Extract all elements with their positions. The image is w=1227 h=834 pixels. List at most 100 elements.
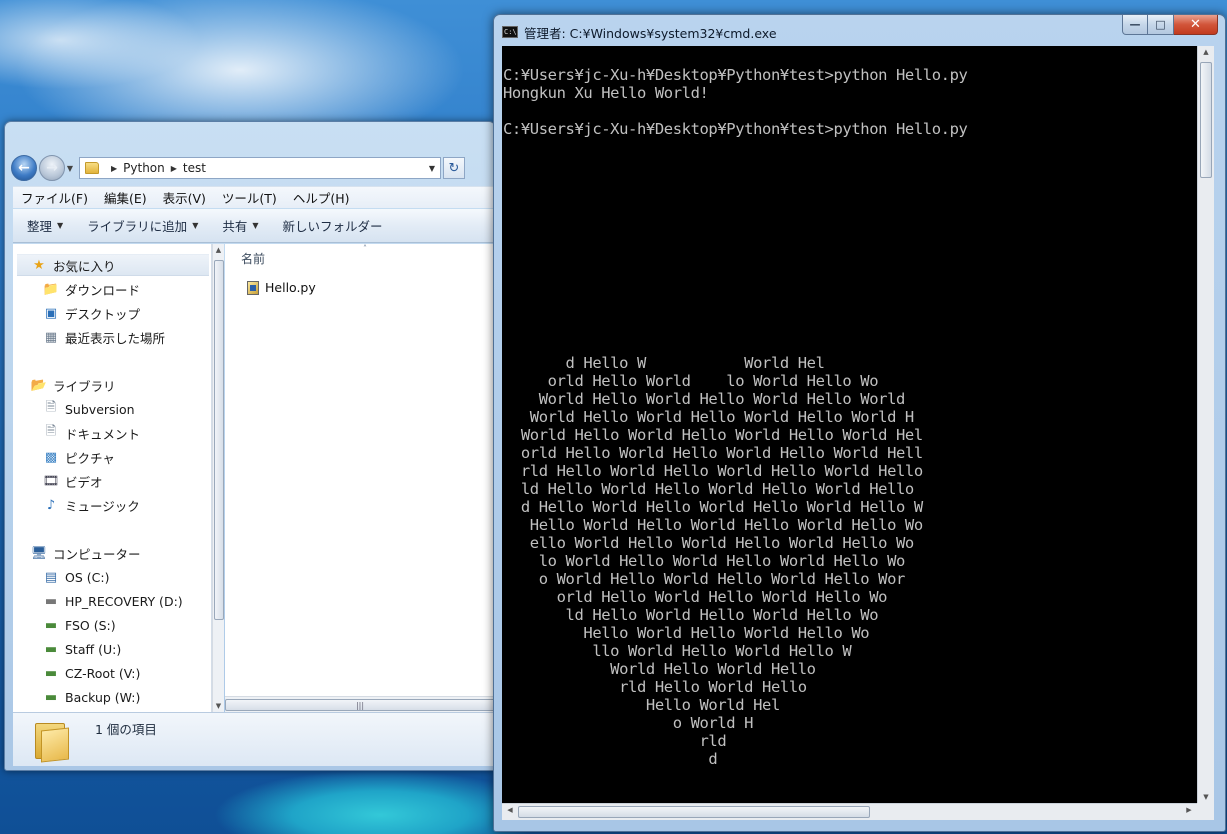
large-folder-icon xyxy=(35,717,69,763)
nav-label: 最近表示した場所 xyxy=(65,330,166,346)
console-icon: C:\ xyxy=(502,26,518,38)
scrollbar-thumb[interactable] xyxy=(518,806,870,818)
python-file-icon xyxy=(247,280,259,295)
console-text: C:¥Users¥jc-Xu-h¥Desktop¥Python¥test>pyt… xyxy=(503,66,968,768)
explorer-window[interactable]: ← → ▼ ▶ Python ▶ test ▼ ↻ ファイル(F) 編集(E) … xyxy=(4,121,496,771)
nav-documents[interactable]: 🗎 ドキュメント xyxy=(43,422,140,444)
menu-view[interactable]: 表示(V) xyxy=(155,188,214,207)
column-header-name[interactable]: 名前 xyxy=(241,250,265,267)
organize-button[interactable]: 整理 ▼ xyxy=(13,216,73,235)
scroll-up-icon[interactable]: ▲ xyxy=(213,246,224,254)
navigation-scrollbar[interactable]: ▲ ▼ xyxy=(212,244,224,712)
console-horizontal-scrollbar[interactable]: ◀ ▶ xyxy=(502,803,1197,820)
nav-label: CZ-Root (V:) xyxy=(65,665,141,681)
hard-drive-icon: ▬ xyxy=(44,593,58,609)
arrow-right-icon: → xyxy=(46,160,58,176)
nav-label: Backup (W:) xyxy=(65,689,141,705)
nav-label: お気に入り xyxy=(53,258,116,274)
console-vertical-scrollbar[interactable]: ▲ ▼ xyxy=(1197,46,1214,803)
nav-recent-places[interactable]: ▦ 最近表示した場所 xyxy=(43,326,165,348)
menu-help[interactable]: ヘルプ(H) xyxy=(285,188,358,207)
new-folder-label: 新しいフォルダー xyxy=(282,219,383,234)
nav-desktop[interactable]: ▣ デスクトップ xyxy=(43,302,140,324)
nav-drive-w[interactable]: ▬ Backup (W:) xyxy=(43,686,141,708)
scroll-down-icon[interactable]: ▼ xyxy=(213,702,224,710)
nav-pictures[interactable]: ▩ ピクチャ xyxy=(43,446,115,468)
chevron-right-icon[interactable]: ▶ xyxy=(111,164,117,173)
maximize-button[interactable]: □ xyxy=(1148,15,1174,35)
breadcrumb-test[interactable]: test xyxy=(183,161,206,175)
network-drive-icon: ▬ xyxy=(44,665,58,681)
new-folder-button[interactable]: 新しいフォルダー xyxy=(269,216,393,235)
nav-drive-s[interactable]: ▬ FSO (S:) xyxy=(43,614,116,636)
star-icon: ★ xyxy=(33,257,45,273)
sort-ascending-icon: ˄ xyxy=(363,244,367,253)
os-drive-icon: ▤ xyxy=(44,569,58,585)
file-list-horizontal-scrollbar[interactable]: ||| xyxy=(225,696,496,712)
console-output-area[interactable]: C:¥Users¥jc-Xu-h¥Desktop¥Python¥test>pyt… xyxy=(502,46,1197,803)
file-list-pane: ˄ 名前 Hello.py xyxy=(225,244,496,696)
scroll-up-icon[interactable]: ▲ xyxy=(1198,48,1214,56)
details-pane: 1 個の項目 xyxy=(13,712,495,766)
refresh-icon: ↻ xyxy=(448,160,460,176)
share-button[interactable]: 共有 ▼ xyxy=(208,216,268,235)
folder-icon xyxy=(85,162,99,174)
scroll-down-icon[interactable]: ▼ xyxy=(1198,793,1214,801)
network-drive-icon: ▬ xyxy=(44,689,58,705)
close-button[interactable]: ✕ xyxy=(1174,15,1218,35)
nav-music[interactable]: ♪ ミュージック xyxy=(43,494,140,516)
window-title: 管理者: C:¥Windows¥system32¥cmd.exe xyxy=(524,25,777,41)
scrollbar-thumb[interactable] xyxy=(214,260,224,620)
nav-favorites[interactable]: ★ お気に入り xyxy=(17,254,209,276)
nav-computer[interactable]: 🖥 コンピューター xyxy=(31,542,141,564)
title-bar[interactable]: C:\ 管理者: C:¥Windows¥system32¥cmd.exe xyxy=(502,23,777,41)
nav-label: HP_RECOVERY (D:) xyxy=(65,593,183,609)
nav-label: ダウンロード xyxy=(65,282,141,298)
file-name: Hello.py xyxy=(265,280,316,295)
nav-downloads[interactable]: 📁 ダウンロード xyxy=(43,278,140,300)
menu-file[interactable]: ファイル(F) xyxy=(13,188,96,207)
breadcrumb-python[interactable]: Python xyxy=(123,161,165,175)
add-to-library-button[interactable]: ライブラリに追加 ▼ xyxy=(73,216,208,235)
download-folder-icon: 📁 xyxy=(42,281,60,297)
picture-icon: ▩ xyxy=(44,449,58,465)
address-dropdown-icon[interactable]: ▼ xyxy=(424,164,440,173)
nav-videos[interactable]: 🎞 ビデオ xyxy=(43,470,103,492)
nav-drive-v[interactable]: ▬ CZ-Root (V:) xyxy=(43,662,141,684)
nav-label: Staff (U:) xyxy=(65,641,122,657)
window-controls: — □ ✕ xyxy=(1122,15,1218,35)
scroll-right-icon[interactable]: ▶ xyxy=(1183,806,1195,814)
network-drive-icon: ▬ xyxy=(44,617,58,633)
menu-tools[interactable]: ツール(T) xyxy=(214,188,285,207)
close-icon: ✕ xyxy=(1190,17,1201,32)
nav-drive-d[interactable]: ▬ HP_RECOVERY (D:) xyxy=(43,590,183,612)
scrollbar-thumb[interactable]: ||| xyxy=(225,699,495,711)
item-count: 1 個の項目 xyxy=(95,722,157,737)
address-bar[interactable]: ▶ Python ▶ test ▼ xyxy=(79,157,441,179)
chevron-right-icon[interactable]: ▶ xyxy=(171,164,177,173)
menu-edit[interactable]: 編集(E) xyxy=(96,188,155,207)
file-item[interactable]: Hello.py xyxy=(247,280,316,295)
address-row: ← → ▼ ▶ Python ▶ test ▼ ↻ xyxy=(11,152,495,184)
minimize-button[interactable]: — xyxy=(1122,15,1148,35)
nav-label: ライブラリ xyxy=(53,378,116,394)
network-drive-icon: ▬ xyxy=(44,641,58,657)
nav-drive-c[interactable]: ▤ OS (C:) xyxy=(43,566,110,588)
scroll-left-icon[interactable]: ◀ xyxy=(504,806,516,814)
nav-subversion[interactable]: 🗎 Subversion xyxy=(43,398,135,420)
scrollbar-thumb[interactable] xyxy=(1200,62,1212,178)
back-button[interactable]: ← xyxy=(11,155,37,181)
maximize-icon: □ xyxy=(1155,18,1166,31)
computer-icon: 🖥 xyxy=(30,545,48,561)
document-icon: 🗎 xyxy=(45,424,57,439)
scrollbar-corner xyxy=(1197,803,1214,820)
forward-button[interactable]: → xyxy=(39,155,65,181)
nav-libraries[interactable]: 📂 ライブラリ xyxy=(31,374,116,396)
recent-pages-dropdown[interactable]: ▼ xyxy=(65,164,75,173)
nav-label: Subversion xyxy=(65,401,135,417)
desktop-icon: ▣ xyxy=(44,305,58,321)
command-prompt-window[interactable]: C:\ 管理者: C:¥Windows¥system32¥cmd.exe — □… xyxy=(493,14,1226,832)
refresh-button[interactable]: ↻ xyxy=(443,157,465,179)
nav-drive-u[interactable]: ▬ Staff (U:) xyxy=(43,638,121,660)
nav-label: ピクチャ xyxy=(65,450,115,466)
